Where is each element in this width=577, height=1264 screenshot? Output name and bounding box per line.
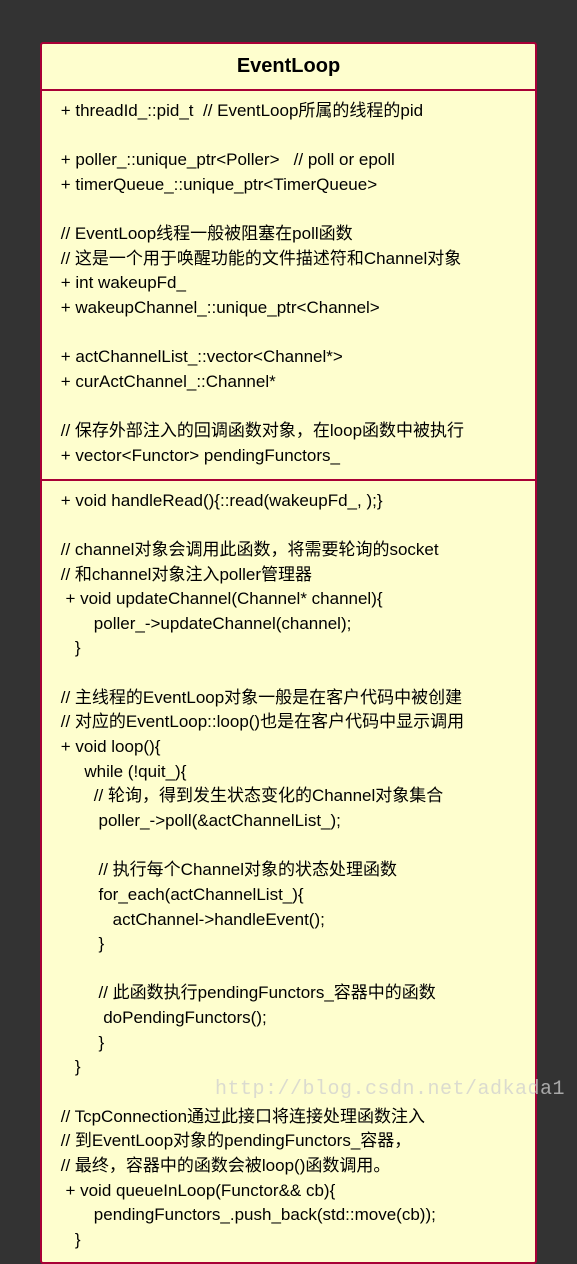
method-line: doPendingFunctors(); <box>56 1006 521 1031</box>
method-line: // 执行每个Channel对象的状态处理函数 <box>56 858 521 883</box>
method-line: // 主线程的EventLoop对象一般是在客户代码中被创建 <box>56 686 521 711</box>
attribute-line: // 保存外部注入的回调函数对象，在loop函数中被执行 <box>56 419 521 444</box>
attribute-line <box>56 124 521 149</box>
method-line: pendingFunctors_.push_back(std::move(cb)… <box>56 1203 521 1228</box>
method-line: } <box>56 1031 521 1056</box>
method-line <box>56 513 521 538</box>
methods-compartment: + void handleRead(){::read(wakeupFd_, );… <box>42 479 535 1263</box>
method-line: // channel对象会调用此函数，将需要轮询的socket <box>56 538 521 563</box>
method-line <box>56 957 521 982</box>
attribute-line: + wakeupChannel_::unique_ptr<Channel> <box>56 296 521 321</box>
method-line: // 对应的EventLoop::loop()也是在客户代码中显示调用 <box>56 710 521 735</box>
method-line: + void handleRead(){::read(wakeupFd_, );… <box>56 489 521 514</box>
attribute-line: + timerQueue_::unique_ptr<TimerQueue> <box>56 173 521 198</box>
attribute-line: // 这是一个用于唤醒功能的文件描述符和Channel对象 <box>56 247 521 272</box>
method-line: } <box>56 636 521 661</box>
method-line: } <box>56 932 521 957</box>
method-line: // 此函数执行pendingFunctors_容器中的函数 <box>56 981 521 1006</box>
method-line <box>56 661 521 686</box>
class-title: EventLoop <box>42 44 535 91</box>
method-line: for_each(actChannelList_){ <box>56 883 521 908</box>
method-line: poller_->poll(&actChannelList_); <box>56 809 521 834</box>
method-line: poller_->updateChannel(channel); <box>56 612 521 637</box>
method-line: // 最终，容器中的函数会被loop()函数调用。 <box>56 1154 521 1179</box>
attribute-line <box>56 198 521 223</box>
method-line: // 轮询，得到发生状态变化的Channel对象集合 <box>56 784 521 809</box>
method-line: // 和channel对象注入poller管理器 <box>56 563 521 588</box>
method-line: // 到EventLoop对象的pendingFunctors_容器， <box>56 1129 521 1154</box>
method-line: while (!quit_){ <box>56 760 521 785</box>
method-line: // TcpConnection通过此接口将连接处理函数注入 <box>56 1105 521 1130</box>
method-line: + void queueInLoop(Functor&& cb){ <box>56 1179 521 1204</box>
attribute-line: + int wakeupFd_ <box>56 271 521 296</box>
attribute-line: + poller_::unique_ptr<Poller> // poll or… <box>56 148 521 173</box>
attribute-line: + actChannelList_::vector<Channel*> <box>56 345 521 370</box>
attribute-line: + vector<Functor> pendingFunctors_ <box>56 444 521 469</box>
method-line: } <box>56 1055 521 1080</box>
method-line <box>56 834 521 859</box>
method-line: + void loop(){ <box>56 735 521 760</box>
attribute-line: // EventLoop线程一般被阻塞在poll函数 <box>56 222 521 247</box>
attribute-line <box>56 321 521 346</box>
attribute-line <box>56 395 521 420</box>
method-line: + void updateChannel(Channel* channel){ <box>56 587 521 612</box>
attributes-compartment: + threadId_::pid_t // EventLoop所属的线程的pid… <box>42 91 535 479</box>
watermark-text: http://blog.csdn.net/adkada1 <box>0 1078 577 1101</box>
attribute-line: + threadId_::pid_t // EventLoop所属的线程的pid <box>56 99 521 124</box>
attribute-line: + curActChannel_::Channel* <box>56 370 521 395</box>
method-line: actChannel->handleEvent(); <box>56 908 521 933</box>
method-line: } <box>56 1228 521 1253</box>
